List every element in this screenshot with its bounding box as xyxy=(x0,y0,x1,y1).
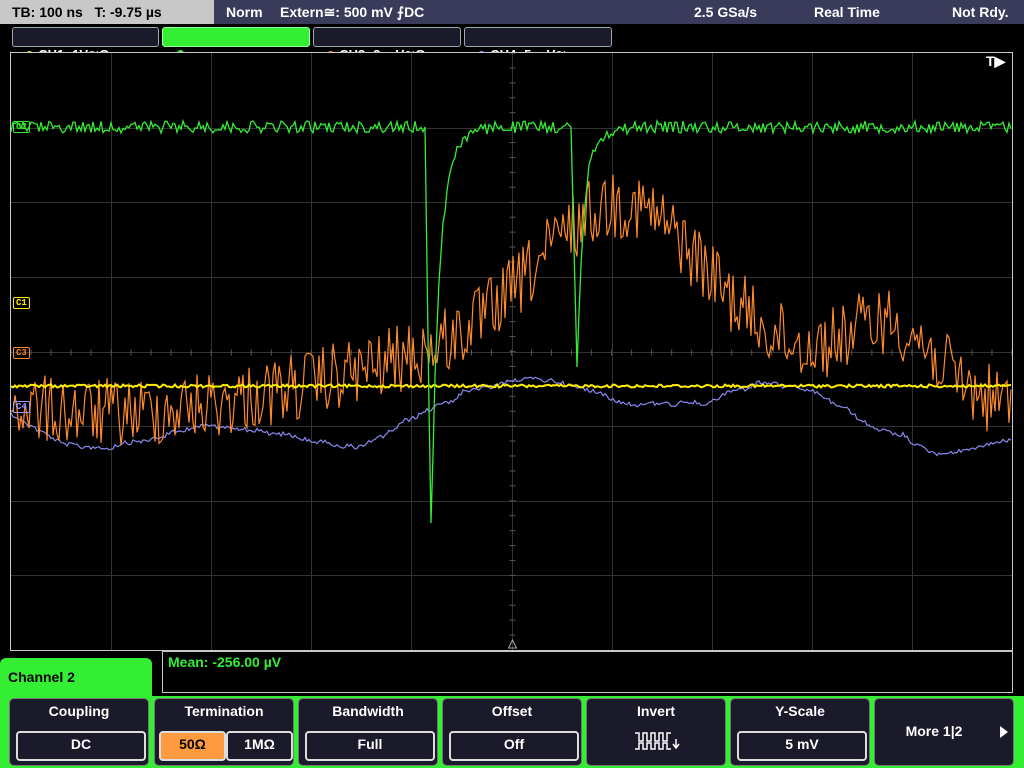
channel-3-tab[interactable]: CH3: 2 mV≅Ω xyxy=(313,27,461,62)
channel-1-trace xyxy=(11,382,1012,389)
timebase-readout[interactable]: TB: 100 ns T: -9.75 µs xyxy=(0,0,214,24)
channel-1-tab[interactable]: CH1: 1V≅Ω xyxy=(12,27,159,62)
bandwidth-value[interactable]: Full xyxy=(305,731,435,761)
coupling-softkey[interactable]: Coupling DC xyxy=(9,698,149,766)
run-state: Not Rdy. xyxy=(952,4,1009,20)
invert-softkey[interactable]: Invert xyxy=(586,698,726,766)
yscale-value[interactable]: 5 mV xyxy=(737,731,867,761)
channel-4-ground-marker[interactable]: C4 xyxy=(13,401,30,413)
mean-measurement: Mean: -256.00 µV xyxy=(168,654,282,670)
sample-rate: 2.5 GSa/s xyxy=(694,4,758,20)
invert-label: Invert xyxy=(636,703,676,719)
waveform-display[interactable] xyxy=(10,52,1013,651)
channel-2-tab[interactable]: CH2: 5 mV≅Ω xyxy=(162,27,310,62)
termination-label: Termination xyxy=(184,703,264,719)
channel-4-tab[interactable]: CH4: 5 mV≅ xyxy=(464,27,612,62)
termination-50ohm-option[interactable]: 50Ω xyxy=(159,731,226,761)
waveform-graticule xyxy=(11,53,1012,650)
coupling-value[interactable]: DC xyxy=(16,731,146,761)
trigger-position-marker: T▶ xyxy=(986,53,1006,69)
offset-value[interactable]: Off xyxy=(449,731,579,761)
next-page-arrow-icon xyxy=(1000,726,1008,738)
termination-softkey[interactable]: Termination 50Ω 1MΩ xyxy=(154,698,294,766)
yscale-softkey[interactable]: Y-Scale 5 mV xyxy=(730,698,870,766)
measurement-panel xyxy=(162,651,1013,693)
yscale-label: Y-Scale xyxy=(775,703,825,719)
acquisition-mode[interactable]: Real Time xyxy=(814,0,880,24)
channel-4-trace xyxy=(11,376,1012,457)
channel-3-trace xyxy=(11,174,1012,446)
coupling-label: Coupling xyxy=(48,703,110,719)
bandwidth-label: Bandwidth xyxy=(332,703,404,719)
termination-1mohm-option[interactable]: 1MΩ xyxy=(226,731,293,761)
menu-title: Channel 2 xyxy=(0,658,152,702)
more-softkey[interactable]: More 1|2 xyxy=(874,698,1014,766)
channel-1-ground-marker[interactable]: C1 xyxy=(13,297,30,309)
invert-waveform-icon xyxy=(635,732,680,750)
offset-label: Offset xyxy=(491,703,533,719)
more-label: More 1|2 xyxy=(905,723,963,739)
channel-3-ground-marker[interactable]: C3 xyxy=(13,347,30,359)
trigger-mode[interactable]: Norm xyxy=(226,0,263,24)
trigger-source[interactable]: Extern≅: 500 mV ⨍DC xyxy=(280,0,424,24)
channel-2-ground-marker[interactable]: C2 xyxy=(13,121,30,133)
bandwidth-softkey[interactable]: Bandwidth Full xyxy=(298,698,438,766)
offset-softkey[interactable]: Offset Off xyxy=(442,698,582,766)
